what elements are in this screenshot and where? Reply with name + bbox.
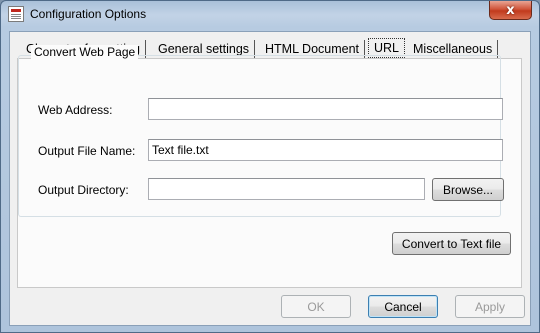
- browse-button[interactable]: Browse...: [432, 178, 504, 201]
- cancel-button[interactable]: Cancel: [368, 295, 438, 318]
- close-icon: x: [506, 2, 515, 18]
- window-title: Configuration Options: [30, 7, 147, 21]
- group-title: Convert Web Page: [31, 45, 139, 59]
- web-address-label: Web Address:: [38, 103, 113, 117]
- configuration-options-window: Configuration Options x Character format…: [0, 0, 540, 333]
- convert-to-text-file-button[interactable]: Convert to Text file: [392, 232, 511, 255]
- output-directory-label: Output Directory:: [38, 183, 129, 197]
- title-bar[interactable]: Configuration Options x: [1, 1, 539, 27]
- web-address-input[interactable]: [148, 98, 503, 120]
- output-file-name-label: Output File Name:: [38, 144, 136, 158]
- ok-button[interactable]: OK: [281, 295, 351, 318]
- output-directory-input[interactable]: [148, 178, 425, 200]
- output-file-name-input[interactable]: [148, 139, 503, 161]
- close-button[interactable]: x: [489, 1, 532, 20]
- apply-button[interactable]: Apply: [455, 295, 525, 318]
- document-app-icon: [8, 6, 24, 22]
